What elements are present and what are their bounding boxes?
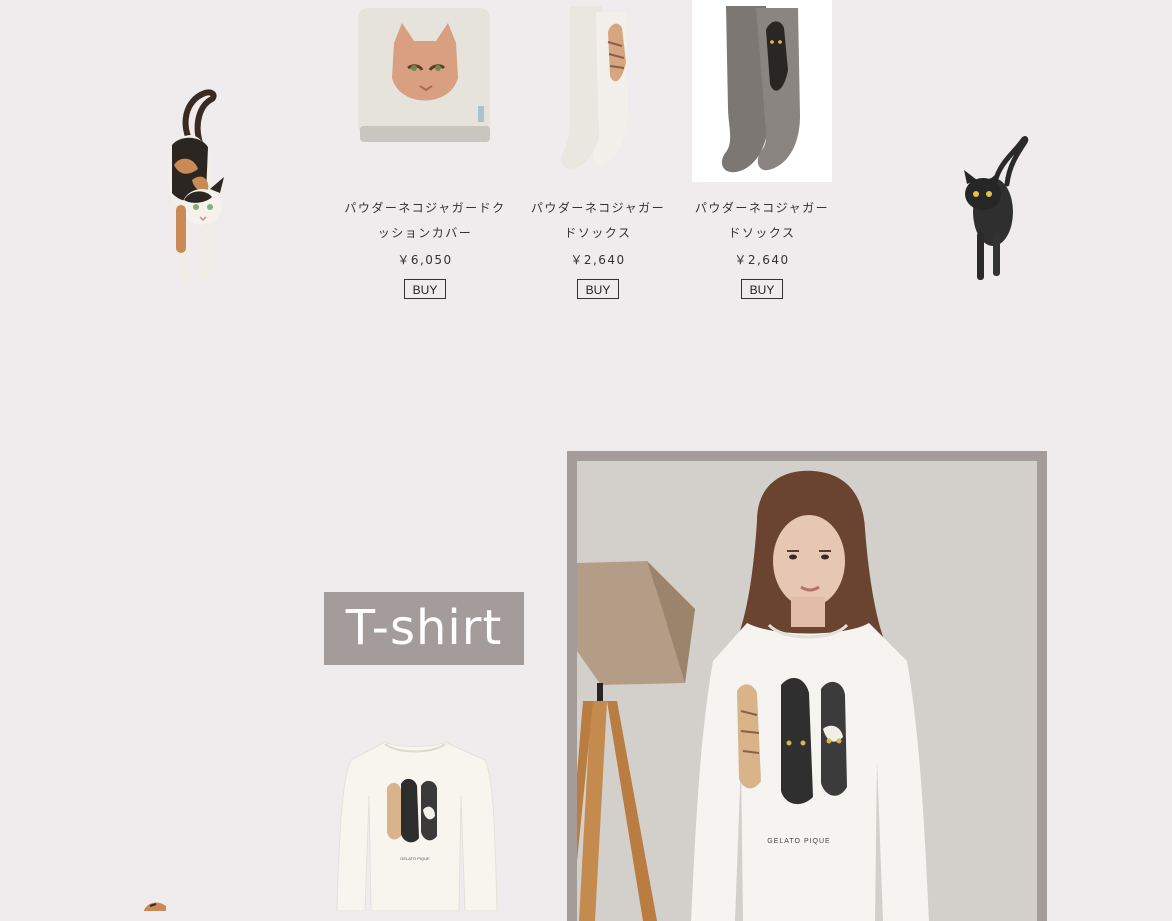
shirt-brand-text: GELATO PIQUE [400,856,430,861]
product-name[interactable]: パウダーネコジャガー ドソックス [528,196,668,246]
cat-cushion-image[interactable] [354,8,496,148]
cat-tshirt-image[interactable]: GELATO PIQUE [335,736,500,911]
buy-button[interactable]: BUY [577,279,619,299]
model-shirt-brand-text: GELATO PIQUE [767,838,830,845]
cat-sock-image[interactable] [556,2,640,174]
product-card: パウダーネコジャガー ドソックス ￥2,640 BUY [692,0,832,310]
product-name[interactable]: パウダーネコジャガードク ッションカバー [344,196,506,246]
model-photo-frame: GELATO PIQUE [567,451,1047,921]
black-cat-sock-image[interactable] [692,0,832,182]
cat-illustration-partial [144,902,166,911]
buy-button[interactable]: BUY [741,279,783,299]
black-cat-illustration [964,136,1029,280]
model-photo[interactable]: GELATO PIQUE [577,461,1037,921]
product-name[interactable]: パウダーネコジャガー ドソックス [692,196,832,246]
product-price: ￥6,050 [397,253,453,267]
product-price: ￥2,640 [570,253,626,267]
buy-button[interactable]: BUY [404,279,446,299]
calico-cat-illustration [168,89,224,282]
product-card: パウダーネコジャガードク ッションカバー ￥6,050 BUY [344,0,506,310]
product-card: パウダーネコジャガー ドソックス ￥2,640 BUY [528,0,668,310]
section-title: T-shirt [324,592,524,665]
product-price: ￥2,640 [734,253,790,267]
